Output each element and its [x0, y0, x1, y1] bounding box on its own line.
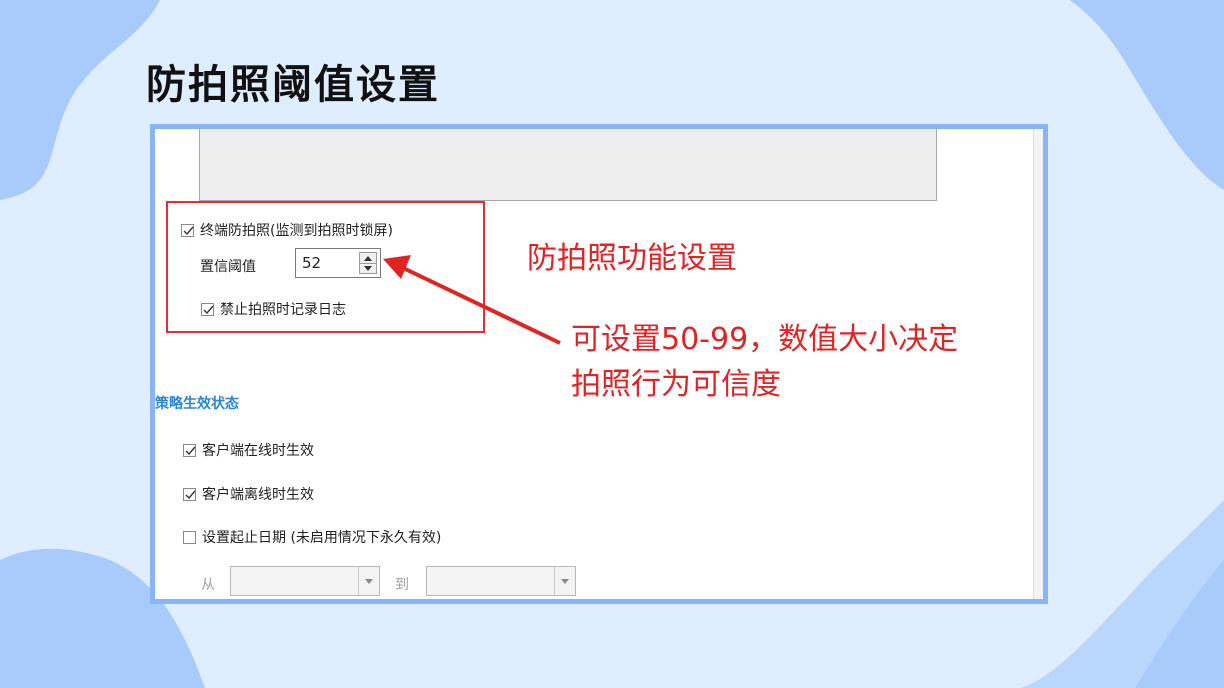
slide-title: 防拍照阈值设置 [146, 62, 440, 108]
settings-panel: 终端防拍照(监测到拍照时锁屏) 置信阈值 52 禁止拍照时记录日志 策略生效状态 [155, 129, 1043, 599]
feature-annotation: 防拍照功能设置 [527, 241, 737, 276]
range-annotation-line2: 拍照行为可信度 [571, 367, 781, 402]
range-annotation-line1: 可设置50-99，数值大小决定 [571, 322, 959, 357]
screenshot-frame: 终端防拍照(监测到拍照时锁屏) 置信阈值 52 禁止拍照时记录日志 策略生效状态 [150, 124, 1048, 604]
